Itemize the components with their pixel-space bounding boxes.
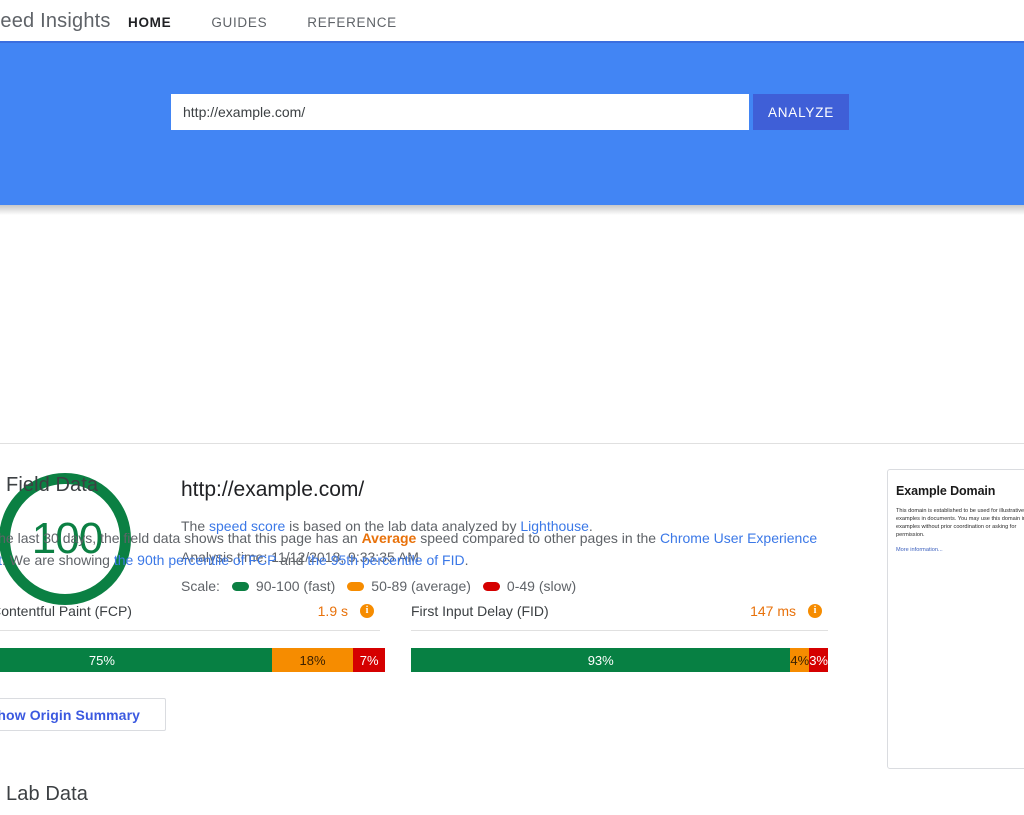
analyze-button[interactable]: ANALYZE <box>753 94 849 130</box>
metric-fid: First Input Delay (FID) 147 ms i <box>411 601 828 643</box>
section-divider <box>0 443 1024 444</box>
fd-text-4: and <box>276 552 308 568</box>
fd-average-badge: Average <box>361 530 417 546</box>
field-data-description: Over the last 30 days, the field data sh… <box>0 527 830 571</box>
lab-data-heading: Lab Data <box>6 783 88 805</box>
tab-home[interactable]: HOME <box>108 0 192 44</box>
tab-reference[interactable]: REFERENCE <box>287 0 417 44</box>
metric-fcp-name: First Contentful Paint (FCP) <box>0 603 132 619</box>
metric-fcp-distribution-bar: 75% 18% 7% <box>0 648 385 672</box>
fd-text-1: Over the last 30 days, the field data sh… <box>0 530 362 546</box>
analyzed-url-title: http://example.com/ <box>181 478 365 501</box>
tab-guides[interactable]: GUIDES <box>191 0 287 44</box>
fid-segment-slow: 3% <box>809 648 828 672</box>
info-icon[interactable]: i <box>808 604 822 618</box>
thumbnail-content: Example Domain This domain is establishe… <box>896 484 1024 553</box>
scale-pill-slow-icon <box>482 581 500 591</box>
fd-text-3: . We are showing <box>2 552 114 568</box>
thumbnail-body-text: This domain is established to be used fo… <box>896 508 1024 538</box>
scale-pill-fast-icon <box>231 581 249 591</box>
score-scale-legend: Scale: 90-100 (fast) 50-89 (average) 0-4… <box>181 578 576 594</box>
nav-tab-list: HOME GUIDES REFERENCE <box>108 0 417 44</box>
metric-fcp-value: 1.9 s <box>317 603 348 619</box>
thumbnail-heading: Example Domain <box>896 484 996 498</box>
fcp-segment-slow: 7% <box>353 648 385 672</box>
metric-fid-distribution-bar: 93% 4% 3% <box>411 648 828 672</box>
fd-text-2: speed compared to other pages in the <box>416 530 660 546</box>
metric-fid-name: First Input Delay (FID) <box>411 603 549 619</box>
scale-range-average: 50-89 (average) <box>371 578 471 594</box>
fd-text-5: . <box>464 552 469 568</box>
top-navigation-bar: PageSpeed Insights HOME GUIDES REFERENCE <box>0 0 1024 44</box>
url-input[interactable] <box>171 94 749 130</box>
info-icon[interactable]: i <box>360 604 374 618</box>
fid-segment-average: 4% <box>790 648 810 672</box>
field-data-heading: Field Data <box>6 474 99 496</box>
scale-range-fast: 90-100 (fast) <box>255 578 336 594</box>
metric-fid-value: 147 ms <box>750 603 796 619</box>
score-summary-section: 100 http://example.com/ The speed score … <box>0 215 1024 605</box>
fcp-percentile-link[interactable]: the 90th percentile of FCP <box>114 552 276 568</box>
metric-fcp-header: First Contentful Paint (FCP) 1.9 s i <box>0 601 380 631</box>
app-brand-title: PageSpeed Insights <box>0 10 111 32</box>
metric-fid-header: First Input Delay (FID) 147 ms i <box>411 601 828 631</box>
fcp-segment-fast: 75% <box>0 648 272 672</box>
page-screenshot-thumbnail: Example Domain This domain is establishe… <box>887 469 1024 769</box>
fid-segment-fast: 93% <box>411 648 791 672</box>
thumbnail-more-info-link: More information... <box>896 547 943 553</box>
metric-fcp: First Contentful Paint (FCP) 1.9 s i <box>0 601 380 643</box>
fcp-segment-average: 18% <box>271 648 354 672</box>
scale-pill-average-icon <box>347 581 365 591</box>
scale-label: Scale: <box>181 578 220 594</box>
fid-percentile-link[interactable]: the 95th percentile of FID <box>307 552 464 568</box>
hero-drop-shadow <box>0 205 1024 215</box>
show-origin-summary-button[interactable]: Show Origin Summary <box>0 698 166 731</box>
scale-range-slow: 0-49 (slow) <box>506 578 577 594</box>
